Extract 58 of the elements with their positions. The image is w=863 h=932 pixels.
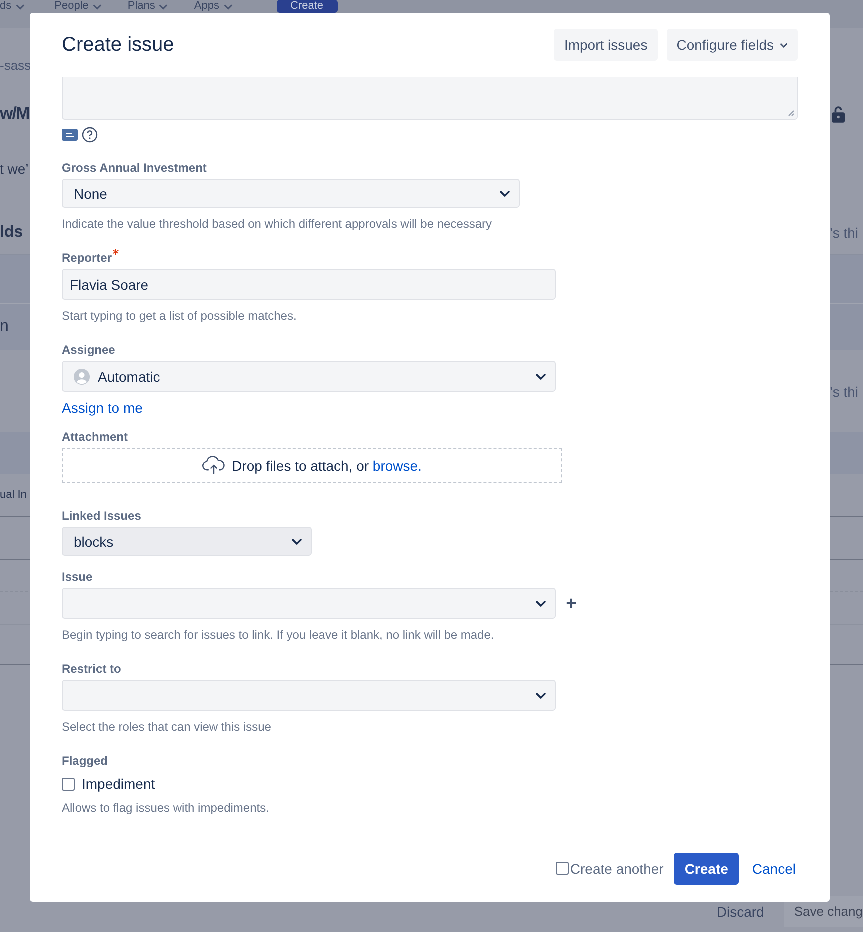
help-text: Indicate the value threshold based on which different approvals will be necessary — [62, 217, 492, 231]
row-text: n — [0, 318, 9, 336]
select-field[interactable]: blocks — [62, 527, 312, 556]
chevron-down-icon — [159, 4, 168, 10]
section-title: lds — [0, 224, 24, 242]
select-field[interactable] — [62, 588, 556, 619]
help-text: Select the roles that can view this issue — [62, 720, 272, 734]
page-heading: w/M — [0, 104, 30, 124]
description-text: ’s thi — [830, 383, 860, 402]
cancel-button[interactable]: Cancel — [749, 860, 796, 876]
configure-fields-button[interactable]: Configure fields — [666, 29, 798, 61]
help-text: Start typing to get a list of possible matches. — [62, 309, 297, 323]
import-issues-button[interactable]: Import issues — [554, 29, 658, 61]
description-text: ’s thi — [830, 225, 860, 241]
reporter-field[interactable]: Flavia Soare — [62, 269, 556, 300]
assign-to-me-link[interactable]: Assign to me — [62, 400, 143, 416]
help-icon[interactable] — [82, 127, 98, 143]
select-field[interactable]: None — [62, 179, 520, 208]
assignee-select[interactable]: Automatic — [62, 361, 556, 392]
checkbox-label: Create another — [570, 860, 664, 876]
chevron-down-icon — [16, 4, 25, 10]
field-label: Gross Annual Investment — [62, 161, 207, 175]
select-field[interactable] — [62, 680, 556, 711]
field-label: Attachment — [62, 430, 128, 444]
chevron-down-icon — [536, 374, 546, 380]
field-name: ual In — [0, 489, 27, 501]
field-label: Restrict to — [62, 662, 122, 676]
cloud-upload-icon — [202, 456, 226, 475]
chevron-down-icon — [292, 538, 302, 544]
create-button[interactable]: Create — [276, 0, 338, 13]
chevron-down-icon — [780, 42, 788, 48]
field-label: Reporter — [62, 251, 112, 265]
help-text: Begin typing to search for issues to link. If you leave it blank, no link will be made. — [62, 628, 494, 642]
chevron-down-icon — [500, 190, 510, 196]
plus-icon[interactable] — [566, 598, 577, 609]
checkbox[interactable] — [556, 862, 570, 875]
dialog-title: Create issue — [62, 34, 174, 56]
text-mode-icon[interactable] — [62, 129, 78, 141]
intro-text: t we’ — [0, 161, 29, 177]
checkbox-label: Impediment — [82, 776, 156, 792]
field-label: Linked Issues — [62, 509, 142, 523]
file-drop-zone[interactable]: Drop files to attach, or browse. — [62, 448, 562, 483]
field-label: Flagged — [62, 754, 108, 768]
breadcrumb-text: -sass — [0, 58, 32, 72]
create-button[interactable]: Create — [674, 852, 740, 884]
avatar-icon — [74, 368, 90, 384]
unlocked-icon[interactable] — [832, 106, 845, 122]
drop-files-text: Drop files to attach, or browse. — [232, 458, 422, 474]
field-label: Assignee — [62, 343, 116, 357]
chevron-down-icon — [224, 4, 232, 10]
chevron-down-icon — [536, 692, 546, 698]
help-text: Allows to flag issues with impediments. — [62, 801, 270, 815]
chevron-down-icon — [536, 600, 546, 606]
field-label: Issue — [62, 570, 93, 584]
chevron-down-icon — [92, 4, 102, 10]
browse-link[interactable]: browse. — [372, 458, 422, 474]
resize-handle-icon[interactable] — [787, 109, 795, 117]
checkbox[interactable] — [62, 778, 75, 790]
